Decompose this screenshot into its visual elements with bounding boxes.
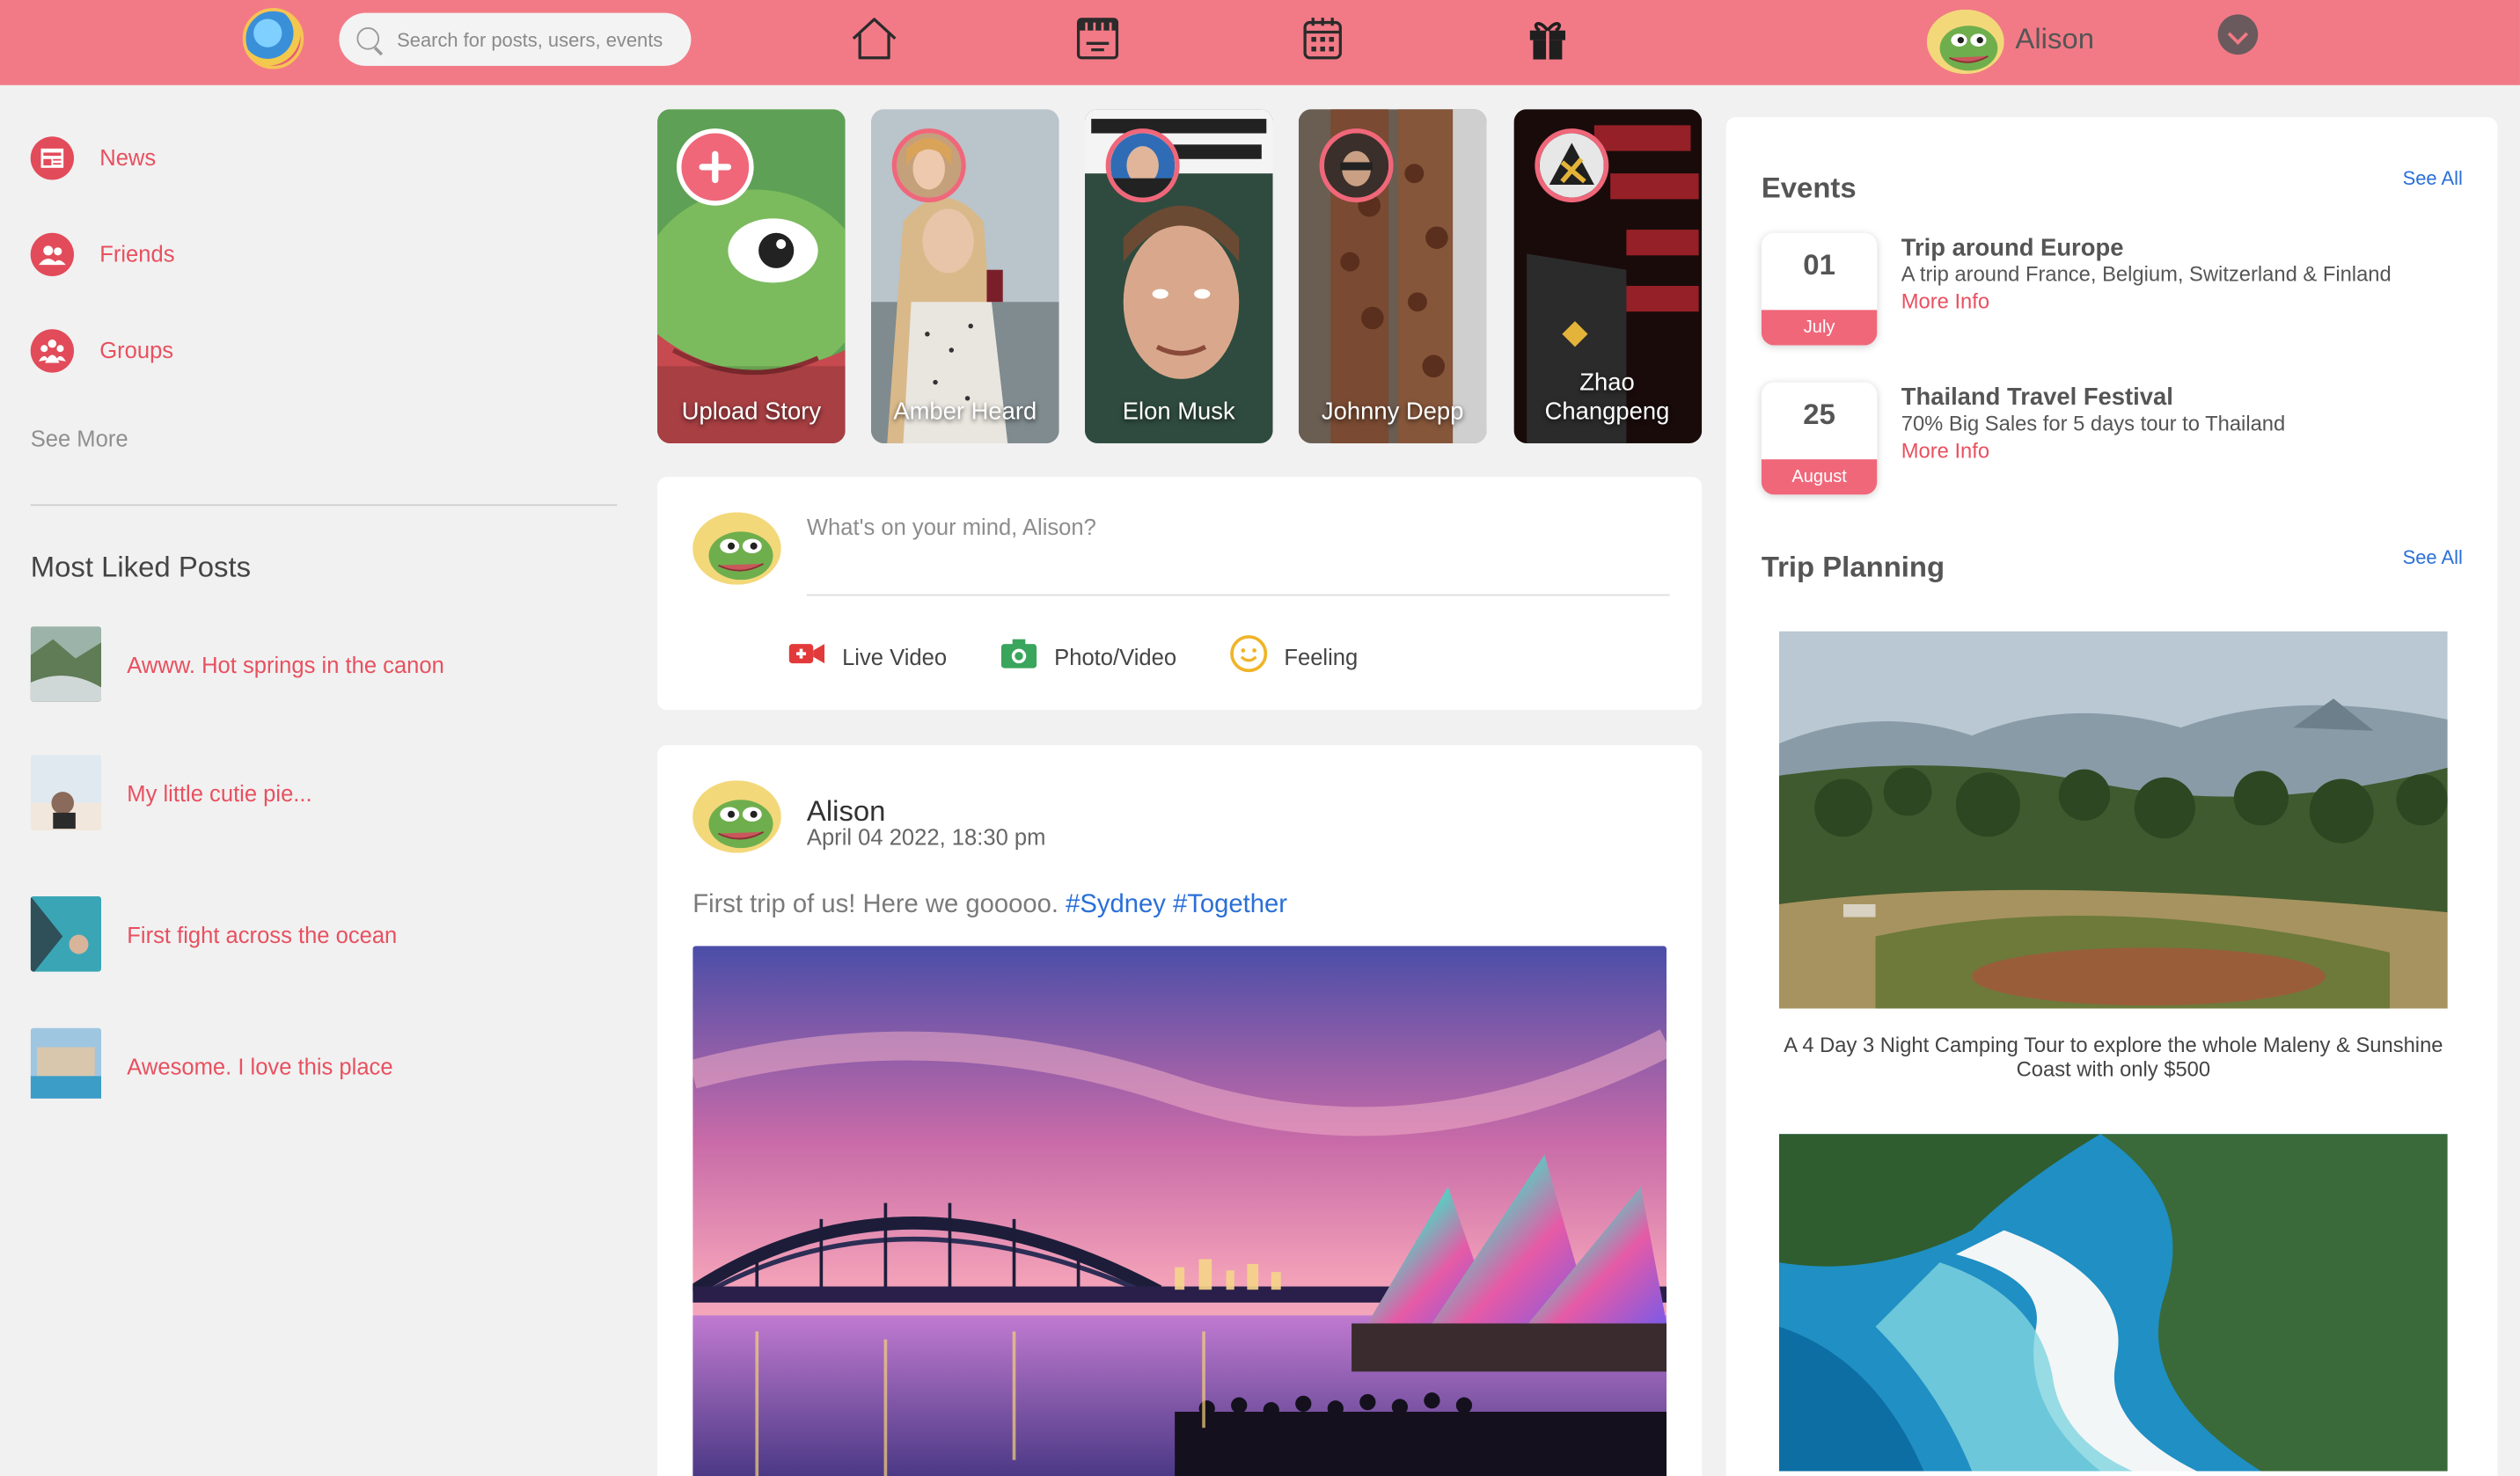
hashtag-link[interactable]: #Together bbox=[1173, 891, 1287, 918]
story-avatar bbox=[1319, 128, 1394, 203]
trip-see-all-link[interactable]: See All bbox=[2403, 546, 2463, 569]
post-thumbnail bbox=[30, 626, 102, 702]
divider bbox=[30, 504, 618, 507]
status-input[interactable] bbox=[806, 508, 1667, 544]
post-author-avatar[interactable] bbox=[692, 780, 781, 853]
trip-image[interactable] bbox=[1778, 631, 2448, 1009]
see-more-link[interactable]: See More bbox=[31, 426, 128, 451]
events-title: Events bbox=[1761, 172, 1857, 204]
liked-post-title[interactable]: First fight across the ocean bbox=[127, 921, 397, 946]
event-description: A trip around France, Belgium, Switzerla… bbox=[1901, 261, 2392, 287]
event-day: 25 bbox=[1803, 398, 1835, 431]
app-logo[interactable] bbox=[242, 8, 304, 69]
event-day: 01 bbox=[1803, 249, 1835, 281]
sidebar-item-label: Groups bbox=[99, 337, 174, 363]
composer-avatar bbox=[692, 512, 781, 585]
post-timestamp: April 04 2022, 18:30 pm bbox=[806, 823, 1046, 850]
post-body: First trip of us! Here we gooooo. bbox=[692, 891, 1059, 919]
watch-icon[interactable] bbox=[1072, 13, 1123, 64]
search-box[interactable] bbox=[339, 12, 692, 66]
story-avatar bbox=[891, 128, 966, 203]
event-more-info-link[interactable]: More Info bbox=[1901, 438, 1989, 462]
gift-icon[interactable] bbox=[1522, 13, 1573, 64]
sidebar-item-label: News bbox=[99, 144, 157, 171]
hashtag-link[interactable]: #Sydney bbox=[1066, 891, 1166, 918]
event-description: 70% Big Sales for 5 days tour to Thailan… bbox=[1901, 411, 2286, 435]
liked-post-title[interactable]: Awesome. I love this place bbox=[127, 1053, 392, 1078]
add-story-icon[interactable] bbox=[676, 128, 754, 206]
user-name[interactable]: Alison bbox=[2015, 23, 2094, 56]
user-avatar[interactable] bbox=[1926, 9, 2004, 74]
story-item[interactable]: Zhao Changpeng bbox=[1513, 109, 1703, 443]
live-video-button[interactable]: Live Video bbox=[788, 638, 947, 676]
post-composer: Live Video Photo/Video Feeling bbox=[657, 477, 1703, 711]
events-see-all-link[interactable]: See All bbox=[2403, 167, 2463, 190]
sidebar-item-news[interactable]: News bbox=[30, 134, 157, 182]
trip-planning-title: Trip Planning bbox=[1761, 551, 1945, 583]
story-item[interactable]: Amber Heard bbox=[870, 109, 1059, 443]
camera-icon bbox=[1000, 637, 1038, 677]
story-avatar bbox=[1105, 128, 1180, 203]
liked-post-item[interactable]: My little cutie pie... bbox=[30, 755, 312, 830]
post-thumbnail bbox=[30, 895, 102, 972]
story-name: Upload Story bbox=[681, 398, 822, 426]
event-date: 01 July bbox=[1761, 232, 1878, 346]
right-panel: Events See All 01 July Trip around Europ… bbox=[1725, 117, 2498, 1476]
live-video-icon bbox=[788, 639, 826, 676]
photo-video-button[interactable]: Photo/Video bbox=[1000, 638, 1176, 676]
smiley-icon bbox=[1229, 633, 1268, 680]
divider bbox=[806, 594, 1670, 596]
sidebar-item-label: Friends bbox=[99, 240, 175, 267]
event-more-info-link[interactable]: More Info bbox=[1901, 289, 1989, 313]
top-bar: Alison bbox=[0, 0, 2520, 85]
feed-post: Alison April 04 2022, 18:30 pm First tri… bbox=[657, 745, 1703, 1476]
action-label: Photo/Video bbox=[1054, 644, 1177, 670]
sidebar-item-friends[interactable]: Friends bbox=[30, 230, 175, 278]
event-month: July bbox=[1761, 310, 1878, 346]
home-icon[interactable] bbox=[848, 13, 899, 64]
friends-icon bbox=[30, 231, 75, 276]
chevron-down-icon[interactable] bbox=[2217, 14, 2259, 55]
story-name: Elon Musk bbox=[1122, 398, 1235, 426]
calendar-icon[interactable] bbox=[1297, 13, 1348, 64]
action-label: Feeling bbox=[1284, 644, 1359, 670]
liked-post-title[interactable]: My little cutie pie... bbox=[127, 779, 311, 805]
story-avatar bbox=[1535, 128, 1609, 203]
groups-icon bbox=[30, 328, 75, 372]
story-upload[interactable]: Upload Story bbox=[657, 109, 846, 443]
liked-post-title[interactable]: Awww. Hot springs in the canon bbox=[127, 651, 444, 676]
most-liked-title: Most Liked Posts bbox=[30, 551, 252, 583]
post-image[interactable] bbox=[692, 946, 1667, 1476]
liked-post-item[interactable]: Awww. Hot springs in the canon bbox=[30, 626, 444, 702]
action-label: Live Video bbox=[842, 644, 948, 670]
event-date: 25 August bbox=[1761, 382, 1878, 495]
story-name: Johnny Depp bbox=[1321, 398, 1464, 426]
trip-image[interactable] bbox=[1778, 1134, 2448, 1472]
trip-caption: A 4 Day 3 Night Camping Tour to explore … bbox=[1784, 1033, 2443, 1081]
feeling-button[interactable]: Feeling bbox=[1229, 634, 1359, 676]
sidebar-item-groups[interactable]: Groups bbox=[30, 326, 174, 375]
event-month: August bbox=[1761, 459, 1878, 495]
story-item[interactable]: Elon Musk bbox=[1084, 109, 1273, 443]
story-item[interactable]: Johnny Depp bbox=[1298, 109, 1487, 443]
post-text: First trip of us! Here we gooooo. #Sydne… bbox=[692, 891, 1287, 920]
story-name: Amber Heard bbox=[893, 398, 1037, 426]
search-input[interactable] bbox=[397, 12, 684, 66]
event-title[interactable]: Thailand Travel Festival bbox=[1901, 384, 2173, 411]
event-title[interactable]: Trip around Europe bbox=[1901, 235, 2124, 262]
liked-post-item[interactable]: First fight across the ocean bbox=[30, 895, 398, 972]
liked-post-item[interactable]: Awesome. I love this place bbox=[30, 1027, 393, 1104]
news-icon bbox=[30, 135, 75, 179]
story-name: Zhao Changpeng bbox=[1544, 369, 1670, 426]
post-thumbnail bbox=[30, 755, 102, 830]
search-icon bbox=[356, 27, 380, 50]
post-thumbnail bbox=[30, 1027, 102, 1104]
